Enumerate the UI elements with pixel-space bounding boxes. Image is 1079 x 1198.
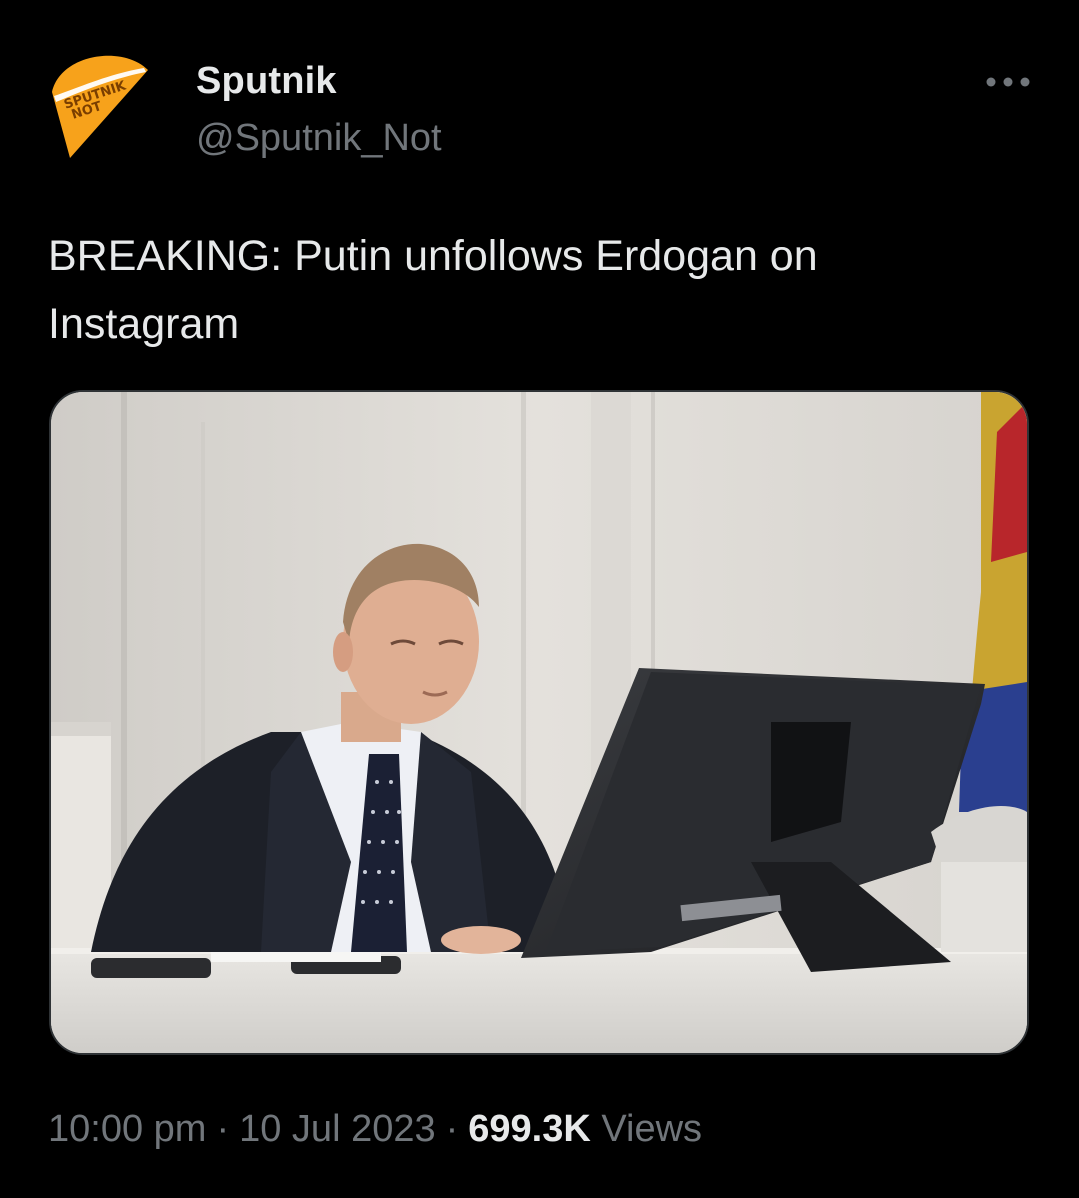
author-info: Sputnik @Sputnik_Not xyxy=(196,58,442,160)
tweet-text: BREAKING: Putin unfollows Erdogan on Ins… xyxy=(48,222,1008,358)
author-display-name[interactable]: Sputnik xyxy=(196,58,442,104)
more-options-button[interactable] xyxy=(980,66,1036,98)
tweet-time[interactable]: 10:00 pm xyxy=(48,1108,206,1150)
more-dots-icon xyxy=(986,77,1030,87)
avatar[interactable]: SPUTNIK NOT xyxy=(48,52,152,162)
views-label: Views xyxy=(601,1108,703,1150)
author-handle[interactable]: @Sputnik_Not xyxy=(196,116,442,160)
tweet-text-line: Instagram xyxy=(48,300,240,348)
meta-separator: · xyxy=(445,1108,459,1150)
tweet-photo[interactable] xyxy=(49,390,1029,1055)
sputnik-not-logo-icon: SPUTNIK NOT xyxy=(52,55,148,158)
tweet-meta: 10:00 pm · 10 Jul 2023 · 699.3K Views xyxy=(48,1104,702,1154)
views-count[interactable]: 699.3K xyxy=(468,1108,591,1150)
tweet-date[interactable]: 10 Jul 2023 xyxy=(239,1108,436,1150)
tweet-text-line: BREAKING: Putin unfollows Erdogan on xyxy=(48,232,818,280)
meta-separator: · xyxy=(216,1108,230,1150)
photo-illustration xyxy=(51,392,1027,1053)
tweet: SPUTNIK NOT Sputnik @Sputnik_Not BREAKIN… xyxy=(0,0,1079,1198)
